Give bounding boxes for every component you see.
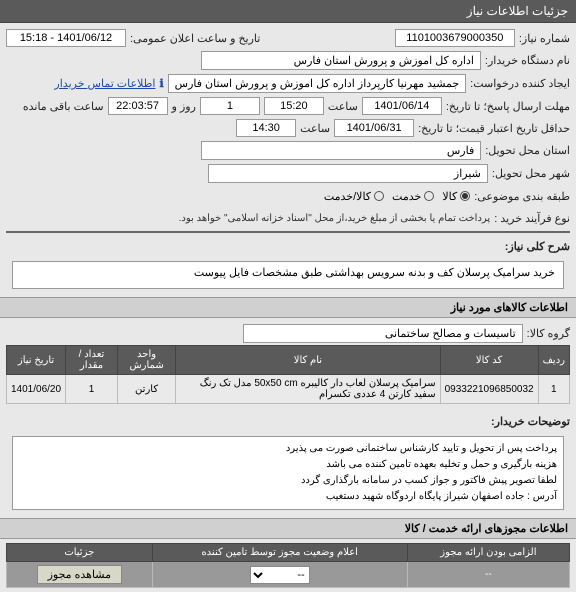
- th-qty: تعداد / مقدار: [66, 346, 118, 375]
- th-name: نام کالا: [176, 346, 440, 375]
- td-row: 1: [538, 375, 569, 404]
- days-left: 1: [200, 97, 260, 115]
- need-number-value: 1101003679000350: [395, 29, 515, 47]
- desc-label: شرح کلی نیاز:: [505, 240, 570, 253]
- table-row: 1 0933221096850032 سرامیک پرسلان لعاب دا…: [7, 375, 570, 404]
- buyer-notes-label: توضیحات خریدار:: [491, 415, 570, 428]
- announce-label: تاریخ و ساعت اعلان عمومی:: [130, 32, 260, 45]
- th-code: کد کالا: [440, 346, 538, 375]
- city-value: شیراز: [208, 164, 488, 183]
- td-date: 1401/06/20: [7, 375, 66, 404]
- td-name: سرامیک پرسلان لعاب دار کالیبره 50x50 cm …: [176, 375, 440, 404]
- process-label: نوع فرآیند خرید :: [494, 212, 570, 225]
- th-status: اعلام وضعیت مجوز توسط تامین کننده: [152, 544, 407, 562]
- radio-dot-icon: [460, 191, 470, 201]
- contact-buyer-link[interactable]: اطلاعات تماس خریدار: [54, 77, 155, 90]
- group-value: تاسیسات و مصالح ساختمانی: [243, 324, 523, 343]
- deadline-date: 1401/06/14: [362, 97, 442, 115]
- buyer-notes-text: پرداخت پس از تحویل و تایید کارشناس ساختم…: [286, 443, 557, 502]
- items-section-header: اطلاعات کالاهای مورد نیاز: [0, 297, 576, 318]
- buyer-notes-box: پرداخت پس از تحویل و تایید کارشناس ساختم…: [12, 436, 564, 510]
- time-label-2: ساعت: [300, 122, 330, 135]
- radio-dot-icon: [424, 191, 434, 201]
- th-unit: واحد شمارش: [117, 346, 175, 375]
- validity-time: 14:30: [236, 119, 296, 137]
- need-number-label: شماره نیاز:: [519, 32, 570, 45]
- validity-date: 1401/06/31: [334, 119, 414, 137]
- province-value: فارس: [201, 141, 481, 160]
- td-required: --: [407, 562, 569, 588]
- auth-table: الزامی بودن ارائه مجوز اعلام وضعیت مجوز …: [6, 543, 570, 588]
- province-label: استان محل تحویل:: [485, 144, 570, 157]
- td-unit: کارتن: [117, 375, 175, 404]
- process-note: پرداخت تمام یا بخشی از مبلغ خرید،از محل …: [179, 213, 491, 224]
- creator-label: ایجاد کننده درخواست:: [470, 77, 570, 90]
- category-label: طبقه بندی موضوعی:: [474, 190, 570, 203]
- th-row: ردیف: [538, 346, 569, 375]
- radio-dot-icon: [374, 191, 384, 201]
- day-label: روز و: [172, 100, 196, 113]
- deadline-time: 15:20: [264, 97, 324, 115]
- group-label: گروه کالا:: [527, 327, 570, 340]
- announce-value: 1401/06/12 - 15:18: [6, 29, 126, 47]
- td-status: --: [152, 562, 407, 588]
- view-permit-button[interactable]: مشاهده مجوز: [37, 565, 122, 584]
- remain-time: 22:03:57: [108, 97, 168, 115]
- remain-label: ساعت باقی مانده: [23, 100, 104, 113]
- desc-text: خرید سرامیک پرسلان کف و بدنه سرویس بهداش…: [194, 267, 555, 279]
- time-label-1: ساعت: [328, 100, 358, 113]
- radio-goods-service[interactable]: کالا/خدمت: [324, 190, 384, 203]
- creator-value: جمشید مهرنیا کارپرداز اداره کل اموزش و پ…: [168, 74, 467, 93]
- td-code: 0933221096850032: [440, 375, 538, 404]
- items-table: ردیف کد کالا نام کالا واحد شمارش تعداد /…: [6, 345, 570, 404]
- buyer-label: نام دستگاه خریدار:: [485, 54, 570, 67]
- radio-service[interactable]: خدمت: [392, 190, 434, 203]
- auth-row: -- -- مشاهده مجوز: [7, 562, 570, 588]
- main-form: شماره نیاز: 1101003679000350 تاریخ و ساع…: [0, 23, 576, 297]
- status-select[interactable]: --: [250, 566, 310, 584]
- td-qty: 1: [66, 375, 118, 404]
- radio-goods[interactable]: کالا: [442, 190, 470, 203]
- category-radio-group: کالا خدمت کالا/خدمت: [324, 190, 470, 203]
- th-date: تاریخ نیاز: [7, 346, 66, 375]
- th-details: جزئیات: [7, 544, 153, 562]
- info-icon: ℹ: [159, 77, 163, 90]
- page-title: جزئیات اطلاعات نیاز: [467, 4, 568, 18]
- th-required: الزامی بودن ارائه مجوز: [407, 544, 569, 562]
- page-header: جزئیات اطلاعات نیاز: [0, 0, 576, 23]
- auth-section-header: اطلاعات مجوزهای ارائه خدمت / کالا: [0, 518, 576, 539]
- buyer-value: اداره کل اموزش و پرورش استان فارس: [201, 51, 481, 70]
- deadline-label: مهلت ارسال پاسخ؛ تا تاریخ:: [446, 100, 570, 113]
- desc-box: خرید سرامیک پرسلان کف و بدنه سرویس بهداش…: [12, 261, 564, 289]
- validity-label: حداقل تاریخ اعتبار قیمت؛ تا تاریخ:: [418, 122, 570, 135]
- city-label: شهر محل تحویل:: [492, 167, 570, 180]
- td-details: مشاهده مجوز: [7, 562, 153, 588]
